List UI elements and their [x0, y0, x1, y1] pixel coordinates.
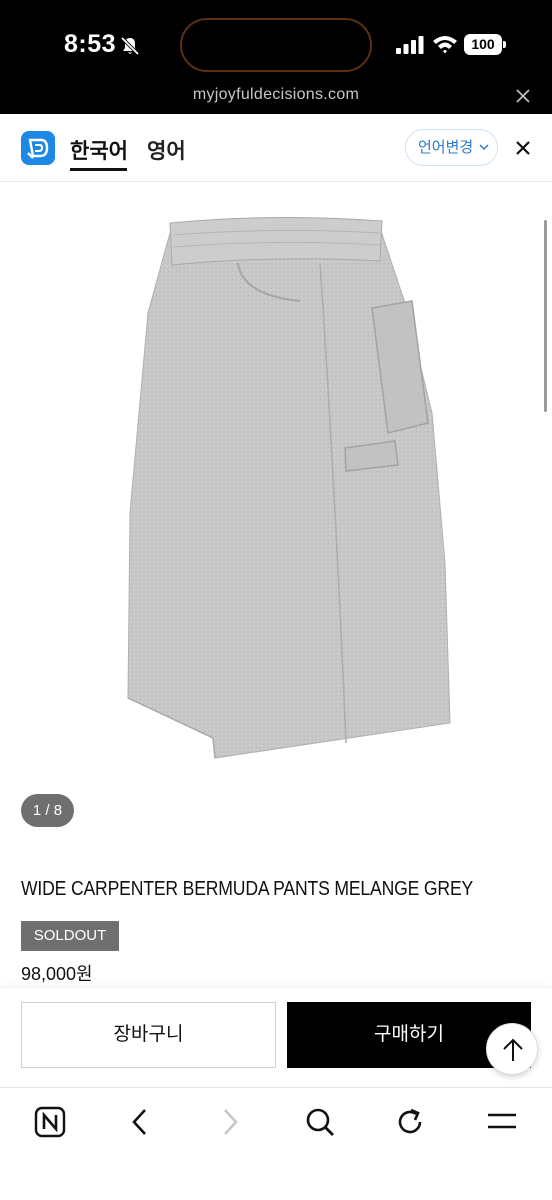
clock: 8:53: [64, 30, 117, 58]
back-icon: [132, 1109, 146, 1135]
url-text[interactable]: myjoyfuldecisions.com: [0, 86, 552, 104]
battery-tip: [503, 41, 506, 48]
tab-english[interactable]: 영어: [147, 135, 186, 165]
change-language-label: 언어변경: [418, 139, 474, 156]
scroll-to-top-button[interactable]: [486, 1023, 538, 1075]
url-bar[interactable]: myjoyfuldecisions.com: [0, 78, 552, 114]
bell-slash-icon: [120, 36, 140, 56]
reload-button[interactable]: [390, 1104, 430, 1140]
wifi-icon: [433, 36, 457, 54]
forward-button[interactable]: [210, 1104, 250, 1140]
menu-icon: [488, 1113, 516, 1129]
product-image: [127, 216, 451, 759]
dynamic-island: [180, 18, 372, 72]
product-image-gallery[interactable]: [0, 183, 552, 843]
naver-icon: [34, 1106, 66, 1138]
close-icon[interactable]: [515, 88, 531, 104]
translate-bar: 한국어 영어 언어변경: [0, 114, 552, 182]
naver-home-button[interactable]: [30, 1104, 70, 1140]
status-bar: 8:53 100: [0, 0, 552, 90]
tab-korean[interactable]: 한국어: [70, 135, 128, 165]
reload-icon: [398, 1108, 422, 1134]
arrow-up-icon: [503, 1038, 523, 1061]
search-button[interactable]: [300, 1104, 340, 1140]
back-button[interactable]: [120, 1104, 160, 1140]
forward-icon: [224, 1109, 238, 1135]
add-to-cart-button[interactable]: 장바구니: [21, 1002, 276, 1068]
product-price: 98,000원: [21, 964, 93, 984]
menu-button[interactable]: [482, 1104, 522, 1140]
battery-icon: 100: [464, 34, 502, 55]
image-counter: 1 / 8: [21, 794, 74, 827]
search-icon: [306, 1108, 334, 1136]
purchase-action-bar: 장바구니 구매하기: [0, 988, 552, 1086]
translate-logo-icon: [21, 131, 55, 165]
status-badge: SOLDOUT: [21, 921, 119, 951]
product-title: WIDE CARPENTER BERMUDA PANTS MELANGE GRE…: [21, 878, 474, 900]
active-tab-indicator: [70, 168, 127, 171]
close-translate-icon[interactable]: [515, 140, 531, 156]
change-language-button[interactable]: 언어변경: [405, 129, 498, 166]
browser-toolbar: [0, 1087, 552, 1200]
chevron-down-icon: [479, 144, 489, 151]
scroll-indicator: [544, 220, 547, 412]
cellular-signal-icon: [396, 36, 424, 54]
